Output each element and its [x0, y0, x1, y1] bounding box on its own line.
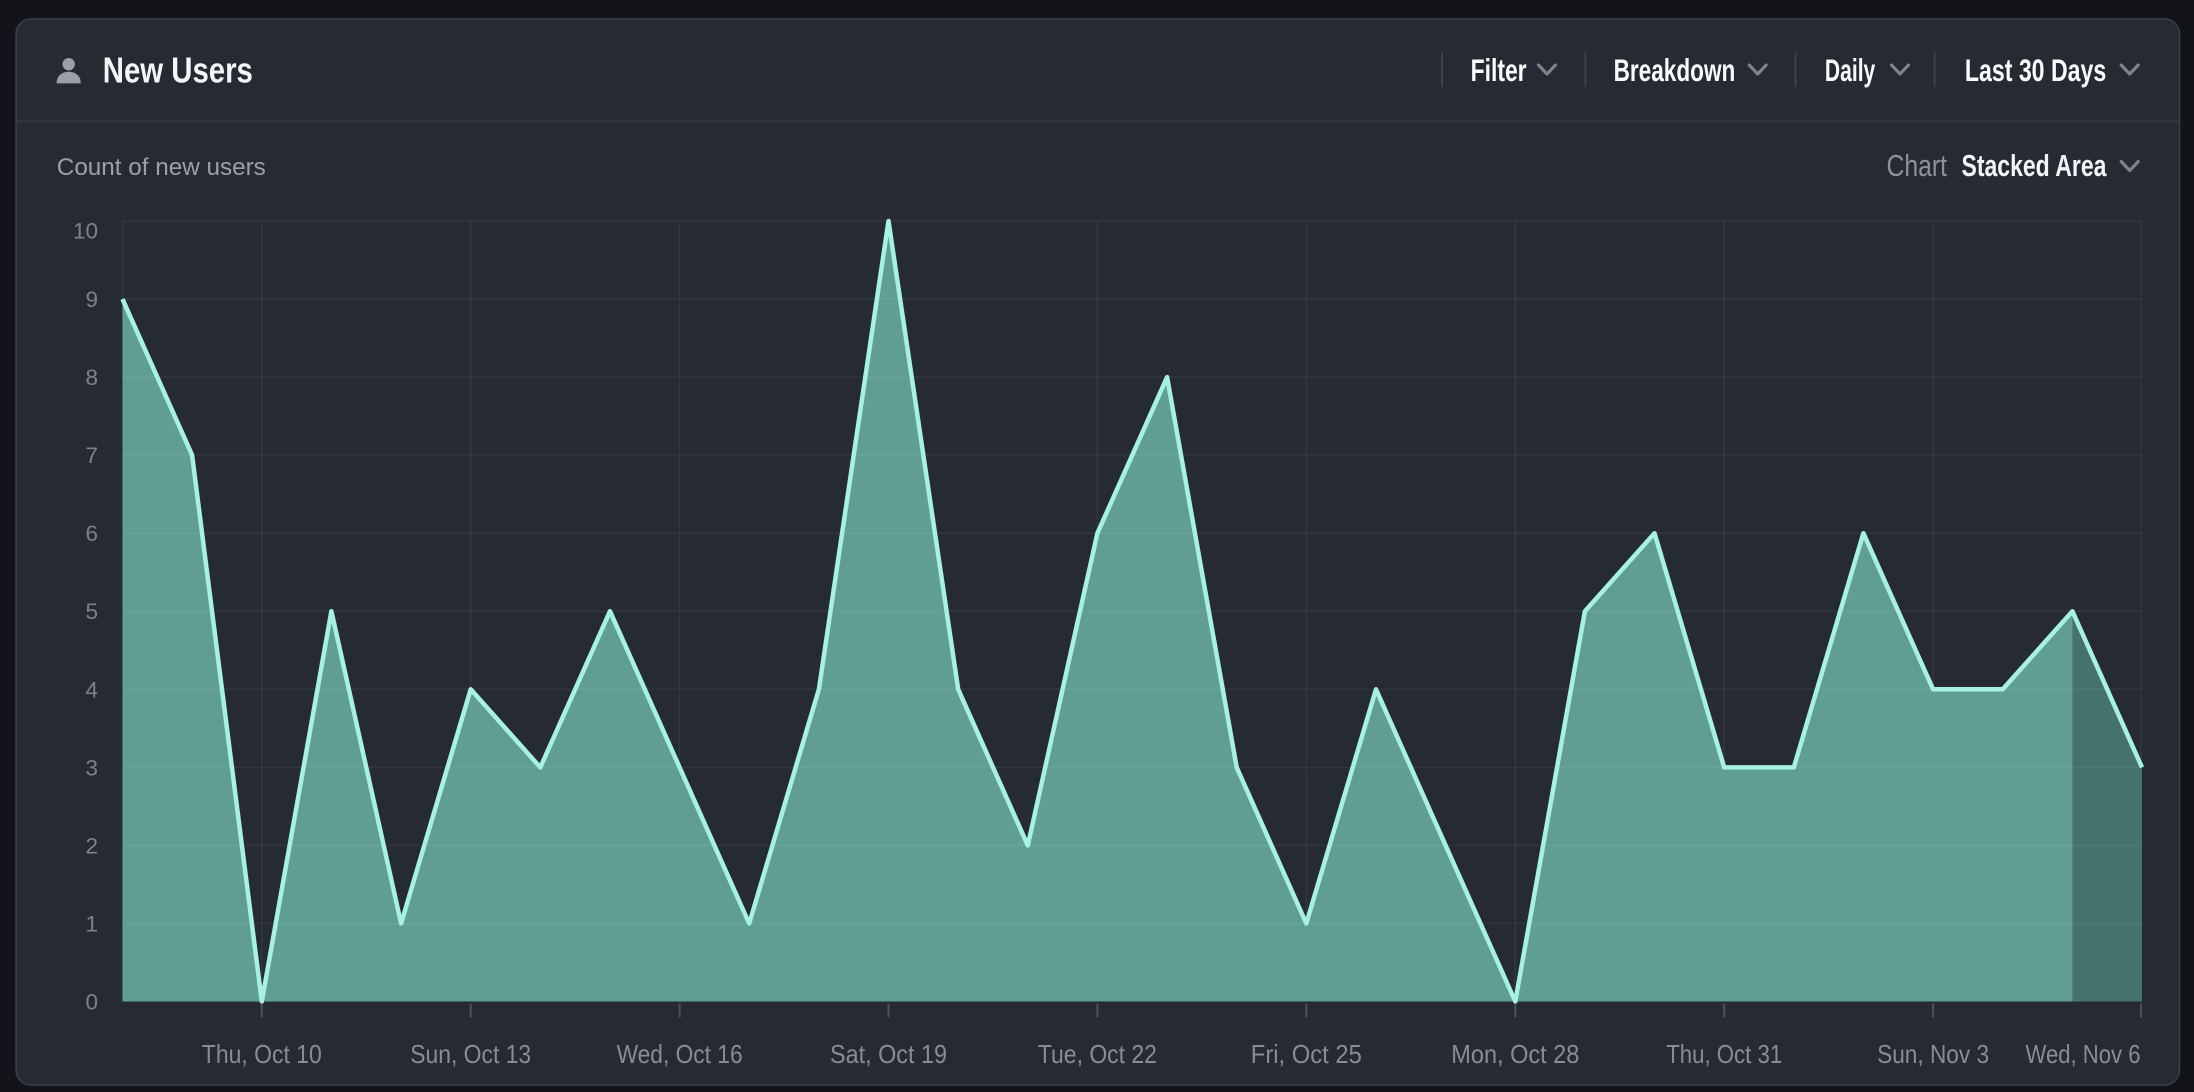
svg-text:Thu, Oct 10: Thu, Oct 10 [202, 1039, 322, 1069]
svg-text:Wed, Nov 6: Wed, Nov 6 [2026, 1039, 2141, 1069]
svg-text:Daily: Daily [1825, 52, 1876, 88]
svg-text:3: 3 [85, 755, 98, 780]
svg-text:Filter: Filter [1471, 52, 1527, 88]
svg-text:Stacked Area: Stacked Area [1962, 148, 2107, 183]
svg-text:2: 2 [85, 833, 98, 858]
svg-text:Chart: Chart [1887, 148, 1948, 183]
svg-text:5: 5 [85, 599, 98, 624]
svg-text:4: 4 [85, 677, 98, 702]
svg-text:Fri, Oct 25: Fri, Oct 25 [1251, 1039, 1362, 1069]
svg-text:Wed, Oct 16: Wed, Oct 16 [617, 1039, 743, 1069]
svg-text:Thu, Oct 31: Thu, Oct 31 [1666, 1039, 1782, 1069]
svg-text:Count of new users: Count of new users [57, 154, 266, 181]
svg-text:9: 9 [85, 287, 98, 312]
svg-text:Mon, Oct 28: Mon, Oct 28 [1451, 1039, 1579, 1069]
svg-text:8: 8 [85, 365, 98, 390]
svg-text:Tue, Oct 22: Tue, Oct 22 [1038, 1039, 1157, 1069]
svg-text:Sun, Oct 13: Sun, Oct 13 [410, 1039, 531, 1069]
svg-text:0: 0 [85, 990, 98, 1015]
svg-text:Last 30 Days: Last 30 Days [1965, 52, 2106, 88]
svg-text:1: 1 [85, 912, 98, 937]
svg-text:Sun, Nov 3: Sun, Nov 3 [1877, 1039, 1989, 1069]
svg-text:New Users: New Users [103, 49, 253, 90]
svg-text:6: 6 [85, 521, 98, 546]
svg-text:Sat, Oct 19: Sat, Oct 19 [830, 1039, 947, 1069]
svg-text:10: 10 [73, 219, 98, 244]
svg-text:7: 7 [85, 443, 98, 468]
svg-text:Breakdown: Breakdown [1614, 52, 1736, 88]
